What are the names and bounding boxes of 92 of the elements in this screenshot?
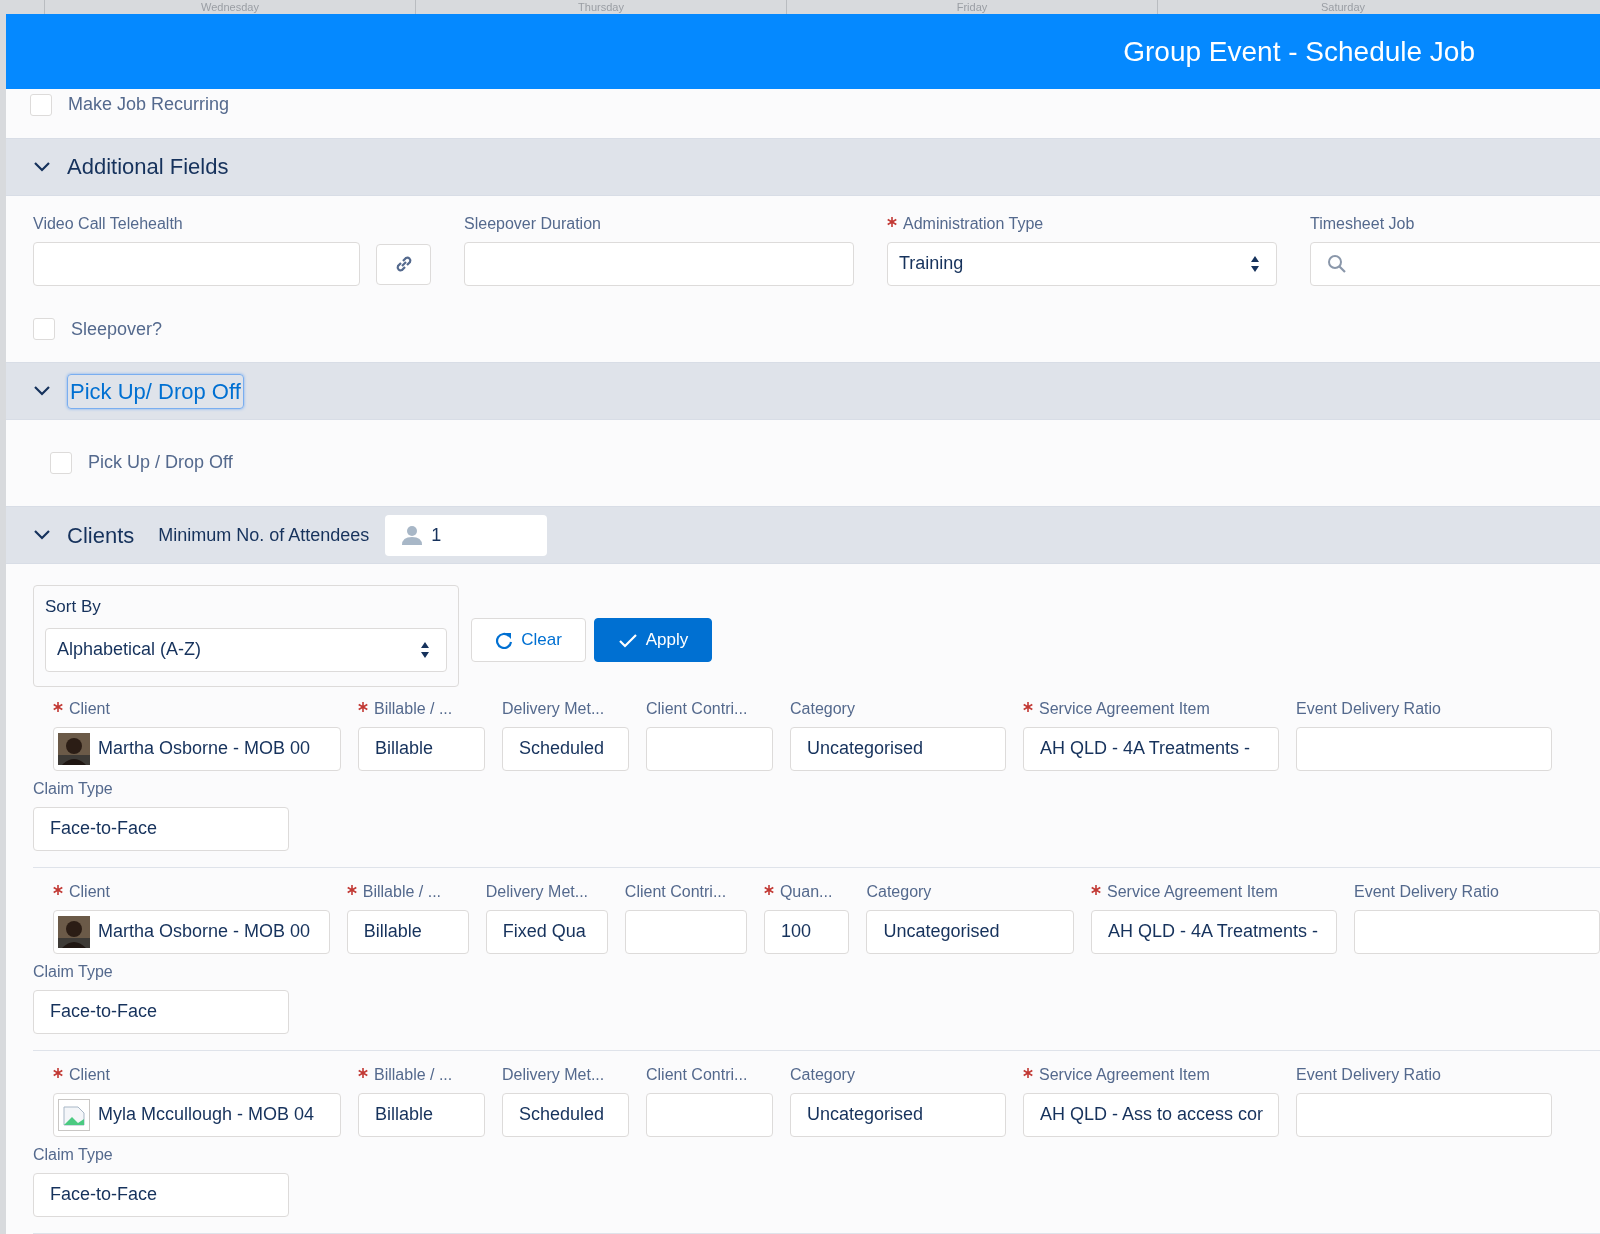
required-icon: [53, 1068, 63, 1078]
section-title[interactable]: Pick Up/ Drop Off: [67, 373, 244, 409]
field-label: Administration Type: [903, 213, 1044, 234]
dialog-title: Group Event - Schedule Job: [1123, 34, 1475, 69]
select-field[interactable]: Alphabetical (A-Z): [45, 628, 447, 672]
field-label: Category: [790, 1065, 855, 1085]
clear-button[interactable]: Clear: [471, 618, 586, 663]
sort-arrows-icon: [1250, 254, 1260, 273]
required-icon: [358, 1068, 368, 1078]
field-label: Service Agreement Item: [1039, 699, 1210, 719]
text-field[interactable]: [1296, 1093, 1552, 1137]
field-label: Event Delivery Ratio: [1296, 1065, 1441, 1085]
text-field[interactable]: Martha Osborne - MOB 00: [53, 910, 330, 954]
text-field[interactable]: [1296, 727, 1552, 771]
checkbox[interactable]: [30, 93, 52, 116]
text-field[interactable]: [646, 1093, 773, 1137]
search-field[interactable]: [1310, 241, 1600, 286]
text-field[interactable]: Face-to-Face: [33, 990, 289, 1034]
text-field[interactable]: Billable: [346, 910, 469, 954]
field-label: Delivery Met...: [502, 699, 605, 719]
field-label: Client: [69, 882, 110, 902]
required-icon: [763, 885, 774, 895]
text-field[interactable]: Billable: [358, 727, 485, 771]
text-field[interactable]: [33, 241, 361, 286]
required-icon: [1023, 1068, 1033, 1078]
field-label: Claim Type: [33, 1145, 114, 1165]
required-icon: [346, 885, 357, 895]
field-label: Client: [69, 699, 110, 719]
field-label: Client Contri...: [646, 699, 748, 719]
text-field[interactable]: AH QLD - 4A Treatments -: [1091, 910, 1337, 954]
required-icon: [1091, 885, 1101, 895]
text-field[interactable]: Fixed Qua: [485, 910, 608, 954]
field-label: Billable / ...: [362, 882, 442, 902]
text-field[interactable]: [646, 727, 773, 771]
required-icon: [358, 702, 368, 712]
field-label: Timesheet Job: [1310, 213, 1415, 234]
field-label: Claim Type: [33, 779, 114, 799]
field-label: Billable / ...: [374, 699, 453, 719]
text-field[interactable]: AH QLD - 4A Treatments -: [1023, 727, 1279, 771]
field-label: Delivery Met...: [502, 1065, 605, 1085]
text-field[interactable]: Myla Mccullough - MOB 04: [53, 1093, 341, 1137]
field-label: Quan...: [779, 882, 833, 902]
sort-arrows-icon: [420, 641, 430, 659]
link-button[interactable]: [376, 243, 431, 285]
field-label: Event Delivery Ratio: [1296, 699, 1441, 719]
field-label: Billable / ...: [374, 1065, 453, 1085]
required-icon: [887, 216, 897, 227]
field-label: Event Delivery Ratio: [1354, 882, 1499, 902]
text-field[interactable]: Scheduled: [502, 1093, 629, 1137]
checkbox[interactable]: [33, 318, 55, 341]
checkbox-label: Sleepover?: [71, 317, 163, 341]
text-field[interactable]: [624, 910, 747, 954]
text-field[interactable]: Face-to-Face: [33, 1173, 289, 1217]
text-field[interactable]: 100: [763, 910, 850, 954]
refresh-icon: [495, 631, 514, 650]
text-field[interactable]: Billable: [358, 1093, 485, 1137]
field-label: Sleepover Duration: [464, 213, 601, 234]
field-label: Service Agreement Item: [1107, 882, 1278, 902]
text-field[interactable]: Uncategorised: [790, 727, 1006, 771]
attendees-label: Minimum No. of Attendees: [158, 523, 370, 547]
text-field[interactable]: Uncategorised: [790, 1093, 1006, 1137]
field-label: Claim Type: [33, 962, 114, 982]
checkbox-label: Make Job Recurring: [68, 93, 230, 117]
field-label: Service Agreement Item: [1039, 1065, 1210, 1085]
field-label: Client: [69, 1065, 110, 1085]
field-label: Category: [790, 699, 855, 719]
field-label: Video Call Telehealth: [33, 213, 183, 234]
field-label: Delivery Met...: [485, 882, 589, 902]
text-field[interactable]: Scheduled: [502, 727, 629, 771]
text-field[interactable]: [464, 241, 854, 286]
required-icon: [1023, 702, 1033, 712]
section-title[interactable]: Additional Fields: [67, 150, 229, 184]
check-icon: [617, 632, 638, 649]
field-label: Client Contri...: [624, 882, 727, 902]
text-field[interactable]: Uncategorised: [866, 910, 1074, 954]
attendees-field[interactable]: 1: [385, 514, 548, 556]
field-label: Category: [866, 882, 932, 902]
required-icon: [53, 702, 63, 712]
checkbox[interactable]: [50, 452, 72, 474]
text-field[interactable]: [1354, 910, 1600, 954]
text-field[interactable]: Martha Osborne - MOB 00: [53, 727, 341, 771]
checkbox-label: Pick Up / Drop Off: [88, 451, 233, 475]
text-field[interactable]: AH QLD - Ass to access cor: [1023, 1093, 1279, 1137]
select-field[interactable]: Training: [887, 241, 1277, 286]
section-title[interactable]: Clients: [67, 518, 135, 552]
required-icon: [53, 885, 63, 895]
search-icon: [1327, 254, 1346, 274]
field-label: Client Contri...: [646, 1065, 748, 1085]
person-icon: [401, 525, 424, 546]
apply-button[interactable]: Apply: [594, 618, 712, 663]
text-field[interactable]: Face-to-Face: [33, 807, 289, 851]
sort-label: Sort By: [45, 596, 102, 619]
